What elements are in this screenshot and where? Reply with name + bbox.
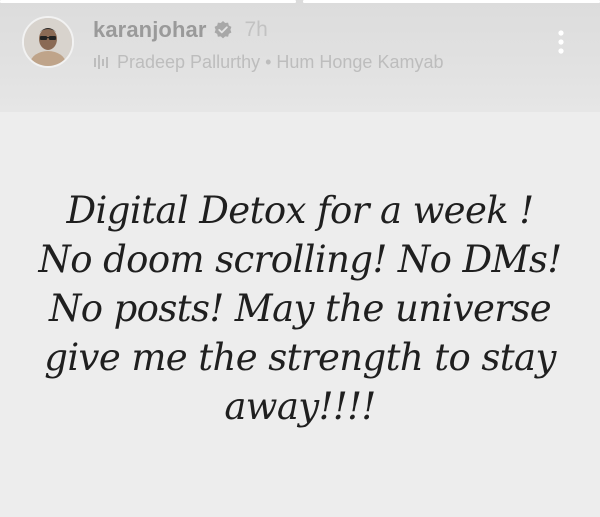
story-progress-fill <box>0 0 296 3</box>
avatar[interactable] <box>22 16 74 68</box>
music-label: Pradeep Pallurthy • Hum Honge Kamyab <box>117 51 444 72</box>
story-viewer[interactable]: karanjohar 7h Pradeep Pallurthy • Hum Ho… <box>0 0 600 517</box>
story-progress-segment-current <box>303 0 600 3</box>
profile-photo-icon <box>24 18 72 66</box>
caption-line: No posts! May the universe <box>48 287 552 330</box>
story-progress-fill-current <box>303 0 600 3</box>
caption-line: away!!!! <box>224 385 376 428</box>
caption-line: No doom scrolling! No DMs! <box>38 238 562 281</box>
music-attribution[interactable]: Pradeep Pallurthy • Hum Honge Kamyab <box>93 50 443 74</box>
music-bars-icon <box>94 55 108 69</box>
username[interactable]: karanjohar <box>93 17 207 43</box>
post-time: 7h <box>244 18 268 41</box>
story-progress-segment <box>0 0 296 3</box>
story-caption: Digital Detox for a week ! No doom scrol… <box>0 186 600 431</box>
caption-line: Digital Detox for a week ! <box>66 189 534 232</box>
verified-badge-icon <box>214 21 231 39</box>
more-vertical-icon[interactable] <box>553 28 569 58</box>
header-user-line: karanjohar 7h <box>93 16 268 44</box>
caption-line: give me the strength to stay <box>44 336 556 379</box>
